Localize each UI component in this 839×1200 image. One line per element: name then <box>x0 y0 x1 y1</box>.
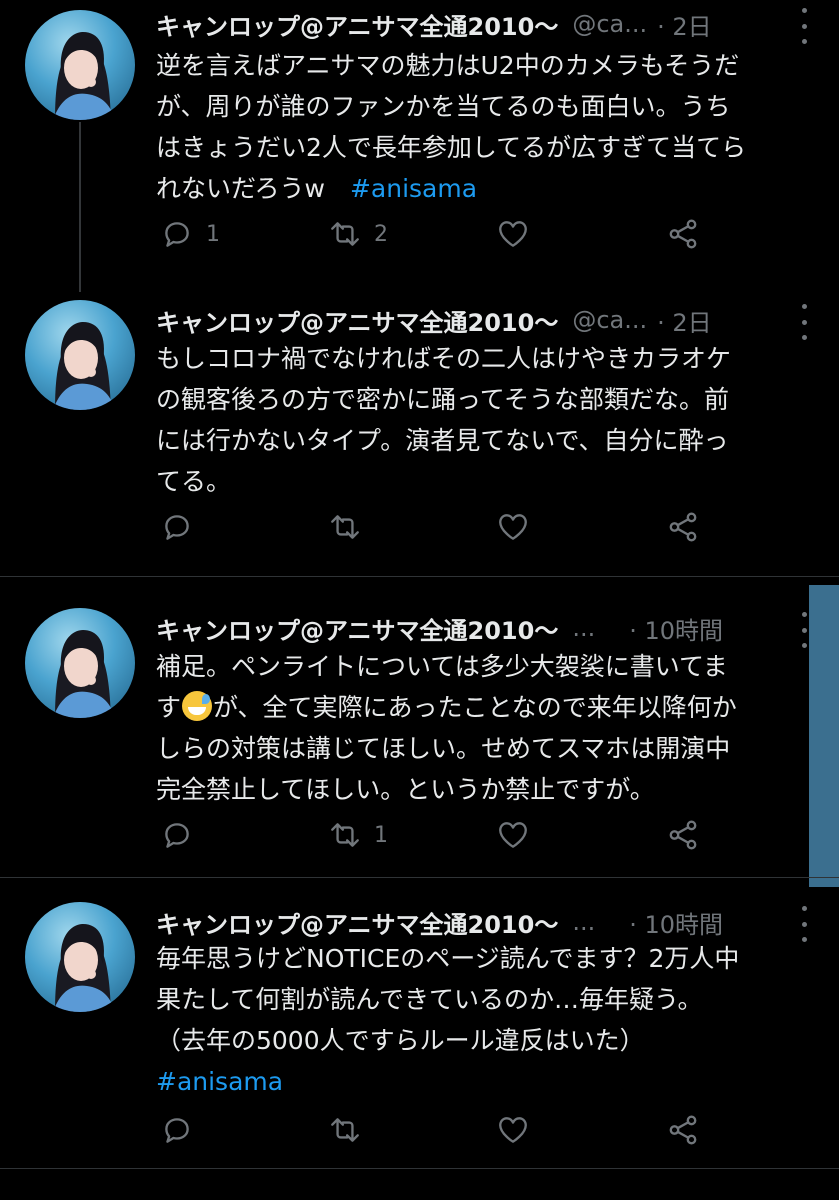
tweet-text: 毎年思うけどNOTICEのページ読んでます？2万人中 果たして何割が読んできてい… <box>156 938 816 1102</box>
retweet-button[interactable] <box>328 507 362 547</box>
avatar[interactable] <box>25 300 135 410</box>
tweet-text-line: 逆を言えばアニサマの魅力はU2中のカメラもそうだ <box>156 51 740 80</box>
tweet-text-line: 毎年思うけどNOTICEのページ読んでます？2万人中 <box>156 944 740 973</box>
author-name[interactable]: キャンロップ@アニサマ全通2010～ <box>156 303 558 338</box>
tweet-header: キャンロップ@アニサマ全通2010～ ... · 10時間 <box>156 902 779 942</box>
tweet-text-fragment: が、全て実際にあったことなので来年以降何か <box>213 693 737 722</box>
tweet-text: 補足。ペンライトについては多少大袈裟に書いてま す が、全て実際にあったことなので… <box>156 646 816 810</box>
tweet-text-line: もしコロナ禍でなければその二人はけやきカラオケ <box>156 344 732 373</box>
hashtag-link[interactable]: #anisama <box>156 1061 816 1102</box>
tweet-text-line: てる。 <box>156 467 232 496</box>
like-icon <box>499 514 527 540</box>
reply-button[interactable] <box>160 507 194 547</box>
share-icon <box>669 1115 697 1145</box>
timestamp[interactable]: · 2日 <box>657 303 712 338</box>
author-name[interactable]: キャンロップ@アニサマ全通2010～ <box>156 611 558 646</box>
like-button[interactable] <box>496 507 530 547</box>
action-bar: 1 <box>156 815 716 855</box>
like-icon <box>499 1117 527 1143</box>
like-button[interactable] <box>496 815 530 855</box>
more-options-icon[interactable] <box>799 612 809 648</box>
tweet-3[interactable]: キャンロップ@アニサマ全通2010～ ... · 10時間 補足。ペンライトにつ… <box>0 577 839 877</box>
action-bar <box>156 1110 716 1150</box>
reply-icon <box>165 1118 189 1143</box>
like-icon <box>499 822 527 848</box>
tweet-text-line: す が、全て実際にあったことなので来年以降何か <box>156 687 816 728</box>
tweet-header: キャンロップ@アニサマ全通2010～ ... · 10時間 <box>156 608 779 648</box>
author-handle[interactable]: ... <box>572 614 595 642</box>
reply-icon <box>165 823 189 848</box>
timestamp[interactable]: · 2日 <box>657 7 712 42</box>
retweet-count: 2 <box>374 221 388 247</box>
avatar-image <box>53 32 115 120</box>
more-options-icon[interactable] <box>799 304 809 340</box>
tweet-4[interactable]: キャンロップ@アニサマ全通2010～ ... · 10時間 毎年思うけどNOTI… <box>0 878 839 1178</box>
reply-button[interactable]: 1 <box>160 214 220 254</box>
retweet-button[interactable] <box>328 1110 362 1150</box>
tweet-2[interactable]: キャンロップ@アニサマ全通2010～ @ca... · 2日 もしコロナ禍でなけ… <box>0 290 839 576</box>
avatar-image <box>53 924 115 1012</box>
like-button[interactable] <box>496 1110 530 1150</box>
retweet-icon <box>331 222 359 246</box>
share-icon <box>669 219 697 249</box>
more-options-icon[interactable] <box>799 906 809 942</box>
tweet-text-fragment: れないだろうw <box>156 174 350 203</box>
tweet-text-line: の観客後ろの方で密かに踊ってそうな部類だな。前 <box>156 385 730 414</box>
like-icon <box>499 221 527 247</box>
tweet-text-fragment: す <box>156 693 182 722</box>
tweet-text-line: れないだろうw #anisama <box>156 168 816 209</box>
share-icon <box>669 820 697 850</box>
retweet-button[interactable]: 2 <box>328 214 388 254</box>
author-name[interactable]: キャンロップ@アニサマ全通2010～ <box>156 905 558 940</box>
timestamp[interactable]: · 10時間 <box>629 611 723 646</box>
share-icon <box>669 512 697 542</box>
author-name[interactable]: キャンロップ@アニサマ全通2010～ <box>156 7 558 42</box>
avatar[interactable] <box>25 10 135 120</box>
share-button[interactable] <box>666 214 700 254</box>
action-bar <box>156 507 716 547</box>
share-button[interactable] <box>666 1110 700 1150</box>
reply-count: 1 <box>206 221 220 247</box>
retweet-icon <box>331 515 359 539</box>
share-button[interactable] <box>666 507 700 547</box>
tweet-text-line: はきょうだい2人で長年参加してるが広すぎて当てら <box>156 133 747 162</box>
retweet-icon <box>331 823 359 847</box>
tweet-text-line: 補足。ペンライトについては多少大袈裟に書いてま <box>156 652 728 681</box>
tweet-text-line: が、周りが誰のファンかを当てるのも面白い。うち <box>156 92 731 121</box>
tweet-text-line: しらの対策は講じてほしい。せめてスマホは開演中 <box>156 734 731 763</box>
retweet-icon <box>331 1118 359 1142</box>
reply-icon <box>165 515 189 540</box>
tweet-1[interactable]: キャンロップ@アニサマ全通2010～ @ca... · 2日 逆を言えばアニサマ… <box>0 0 839 290</box>
tweet-header: キャンロップ@アニサマ全通2010～ @ca... · 2日 <box>156 4 779 44</box>
tweet-text-line: （去年の5000人ですらルール違反はいた） <box>156 1026 645 1055</box>
reply-button[interactable] <box>160 1110 194 1150</box>
tweet-header: キャンロップ@アニサマ全通2010～ @ca... · 2日 <box>156 300 779 340</box>
reply-icon <box>165 222 189 247</box>
tweet-text-line: 果たして何割が読んできているのか…毎年疑う。 <box>156 985 703 1014</box>
retweet-count: 1 <box>374 822 388 848</box>
avatar-image <box>53 630 115 718</box>
timestamp[interactable]: · 10時間 <box>629 905 723 940</box>
tweet-text: もしコロナ禍でなければその二人はけやきカラオケ の観客後ろの方で密かに踊ってそう… <box>156 338 816 502</box>
tweet-text-line: には行かないタイプ。演者見てないで、自分に酔っ <box>156 426 729 455</box>
hashtag-link[interactable]: #anisama <box>350 174 477 203</box>
author-handle[interactable]: ... <box>572 908 595 936</box>
avatar[interactable] <box>25 902 135 1012</box>
like-button[interactable] <box>496 214 530 254</box>
author-handle[interactable]: @ca... <box>572 306 647 334</box>
tweet-text-line: 完全禁止してほしい。というか禁止ですが。 <box>156 775 655 804</box>
retweet-button[interactable]: 1 <box>328 815 388 855</box>
action-bar: 1 2 <box>156 214 716 254</box>
author-handle[interactable]: @ca... <box>572 10 647 38</box>
share-button[interactable] <box>666 815 700 855</box>
avatar-image <box>53 322 115 410</box>
avatar[interactable] <box>25 608 135 718</box>
sweat-smile-emoji-icon <box>182 691 213 721</box>
tweet-divider <box>0 1168 839 1169</box>
tweet-text: 逆を言えばアニサマの魅力はU2中のカメラもそうだ が、周りが誰のファンかを当てる… <box>156 45 816 209</box>
more-options-icon[interactable] <box>799 8 809 44</box>
reply-button[interactable] <box>160 815 194 855</box>
